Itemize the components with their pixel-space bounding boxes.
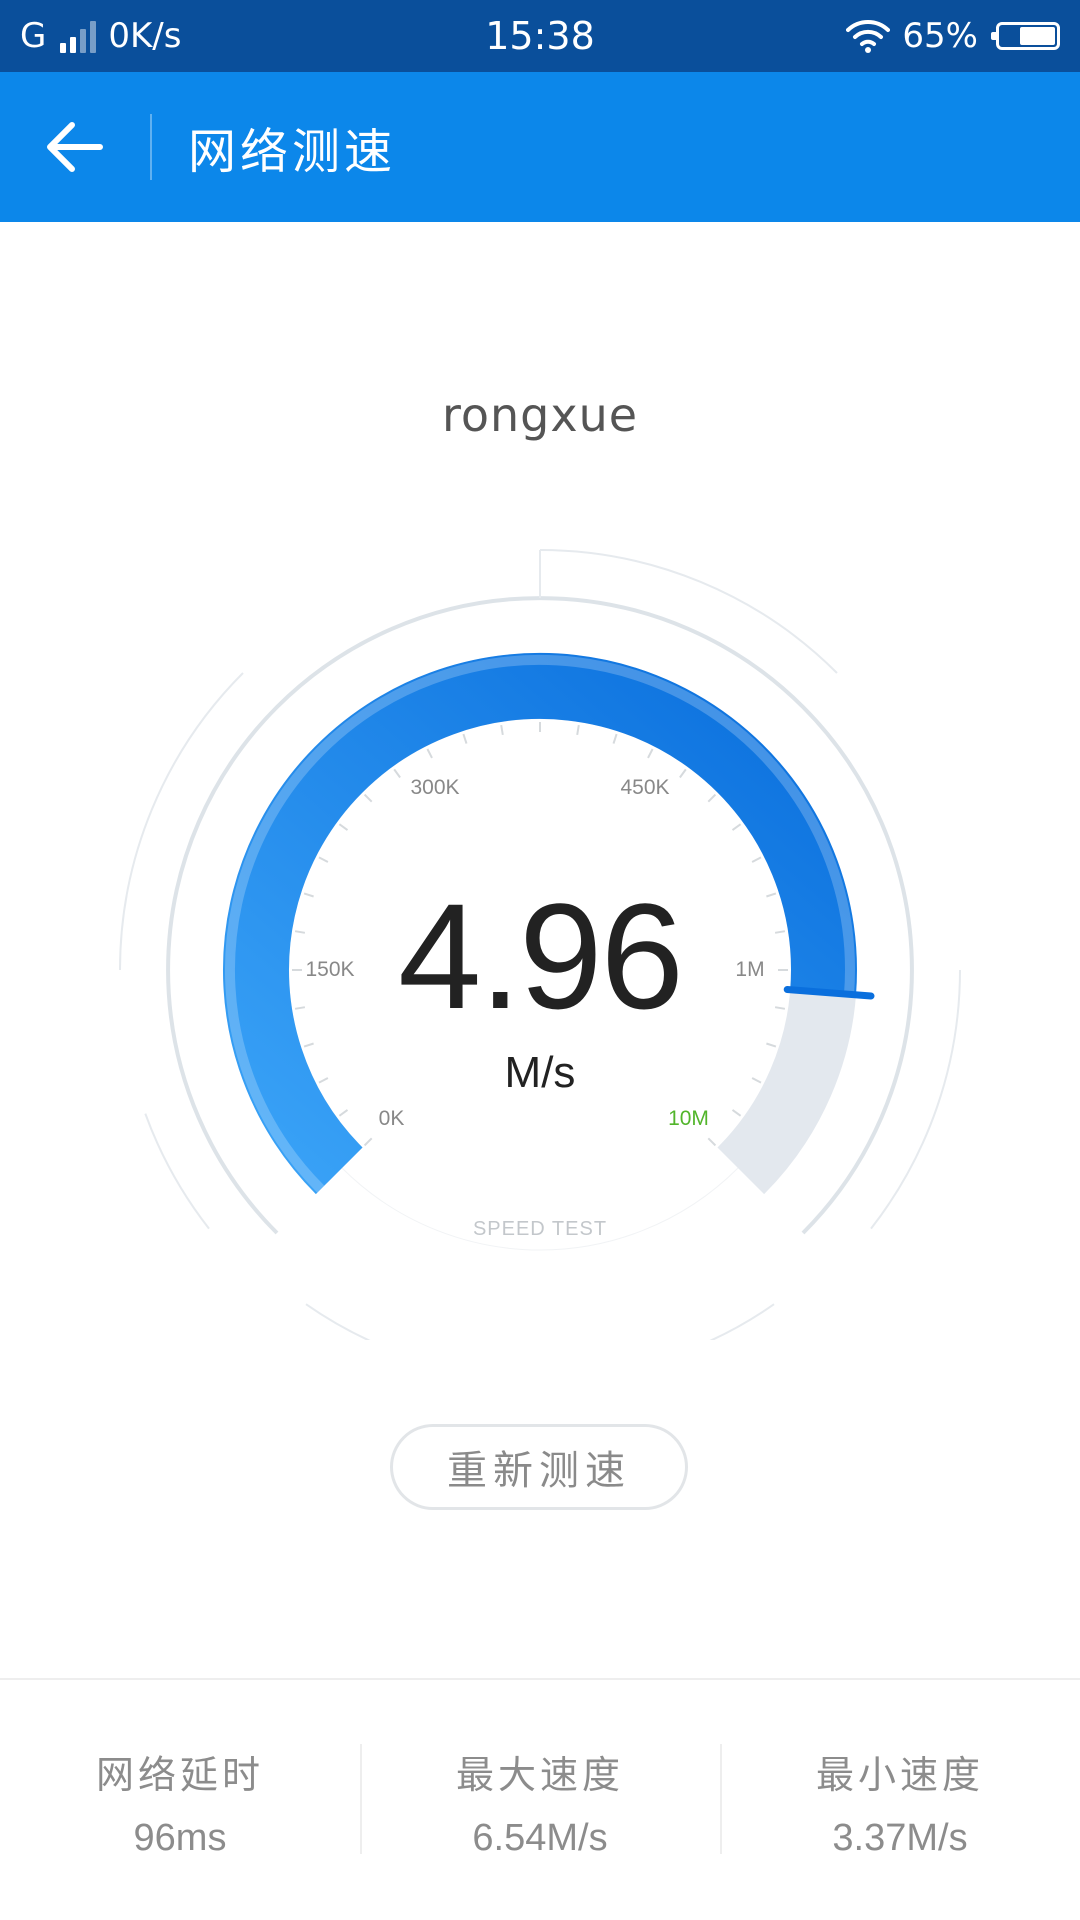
stat-label: 最小速度 bbox=[815, 1753, 984, 1797]
gauge-tick bbox=[426, 748, 433, 759]
tick-label: 10M bbox=[668, 1106, 709, 1130]
wifi-icon bbox=[846, 20, 891, 53]
gauge-deco-arc bbox=[539, 549, 838, 674]
tick-label: 0K bbox=[378, 1106, 405, 1130]
battery-icon bbox=[991, 22, 1060, 50]
speed-unit: M/s bbox=[504, 1048, 576, 1097]
app-bar: 网络测速 bbox=[0, 72, 1080, 222]
page-title: 网络测速 bbox=[188, 124, 397, 180]
stat-value: 96ms bbox=[133, 1817, 227, 1859]
battery-percent: 65% bbox=[902, 16, 978, 56]
retest-button[interactable]: 重新测速 bbox=[390, 1424, 688, 1510]
gauge-tick bbox=[338, 823, 349, 831]
status-right: 65% bbox=[846, 16, 1060, 56]
stat-value: 3.37M/s bbox=[832, 1817, 968, 1859]
gauge-tick bbox=[731, 1109, 742, 1117]
status-bar: G 0K/s 15:38 65% bbox=[0, 0, 1080, 72]
app-bar-divider bbox=[150, 114, 152, 180]
tick-label: 300K bbox=[410, 776, 460, 800]
speed-test-caption: SPEED TEST bbox=[472, 1218, 608, 1240]
network-name: rongxue bbox=[441, 388, 639, 442]
gauge-tick bbox=[707, 1137, 717, 1147]
gauge-tick bbox=[751, 856, 762, 863]
back-button[interactable] bbox=[34, 112, 114, 182]
gauge-tick bbox=[612, 733, 618, 744]
stat-min-speed: 最小速度 3.37M/s bbox=[720, 1680, 1080, 1920]
gauge-tick bbox=[318, 856, 329, 863]
gauge-bottom-arc bbox=[305, 1303, 775, 1340]
stat-value: 6.54M/s bbox=[472, 1817, 608, 1859]
stat-label: 最大速度 bbox=[455, 1753, 624, 1797]
gauge-tick bbox=[576, 724, 580, 736]
gauge-tick bbox=[647, 748, 654, 759]
tick-label: 450K bbox=[620, 776, 670, 800]
gauge-deco-arc bbox=[144, 1113, 210, 1230]
speed-gauge: 0K 150K 300K 450K 1M 10M 4.96 M/s SPEED … bbox=[0, 520, 1080, 1340]
signal-icon bbox=[60, 19, 97, 53]
gauge-tick bbox=[393, 768, 401, 779]
speed-value: 4.96 bbox=[398, 872, 684, 1040]
speed-test-screen: G 0K/s 15:38 65% 网络测速 rongxue 0K 150K 30… bbox=[0, 0, 1080, 1920]
gauge-tick bbox=[363, 1137, 373, 1147]
gauge-tick bbox=[363, 793, 373, 803]
network-type: G bbox=[20, 16, 47, 56]
status-left: G 0K/s bbox=[20, 16, 181, 56]
battery-fill bbox=[1020, 27, 1055, 45]
arrow-left-icon bbox=[47, 122, 103, 172]
gauge-tick bbox=[500, 724, 504, 736]
data-rate: 0K/s bbox=[108, 16, 182, 56]
gauge-tick bbox=[766, 1042, 777, 1048]
gauge-tick bbox=[731, 823, 742, 831]
stat-latency: 网络延时 96ms bbox=[0, 1680, 360, 1920]
gauge-tick bbox=[303, 1042, 314, 1048]
gauge-tick bbox=[338, 1109, 349, 1117]
gauge-tick bbox=[679, 768, 687, 779]
gauge-tick bbox=[462, 733, 468, 744]
stat-label: 网络延时 bbox=[95, 1753, 264, 1797]
stats-panel: 网络延时 96ms 最大速度 6.54M/s 最小速度 3.37M/s bbox=[0, 1680, 1080, 1920]
gauge-tick bbox=[707, 793, 717, 803]
stat-max-speed: 最大速度 6.54M/s bbox=[360, 1680, 720, 1920]
